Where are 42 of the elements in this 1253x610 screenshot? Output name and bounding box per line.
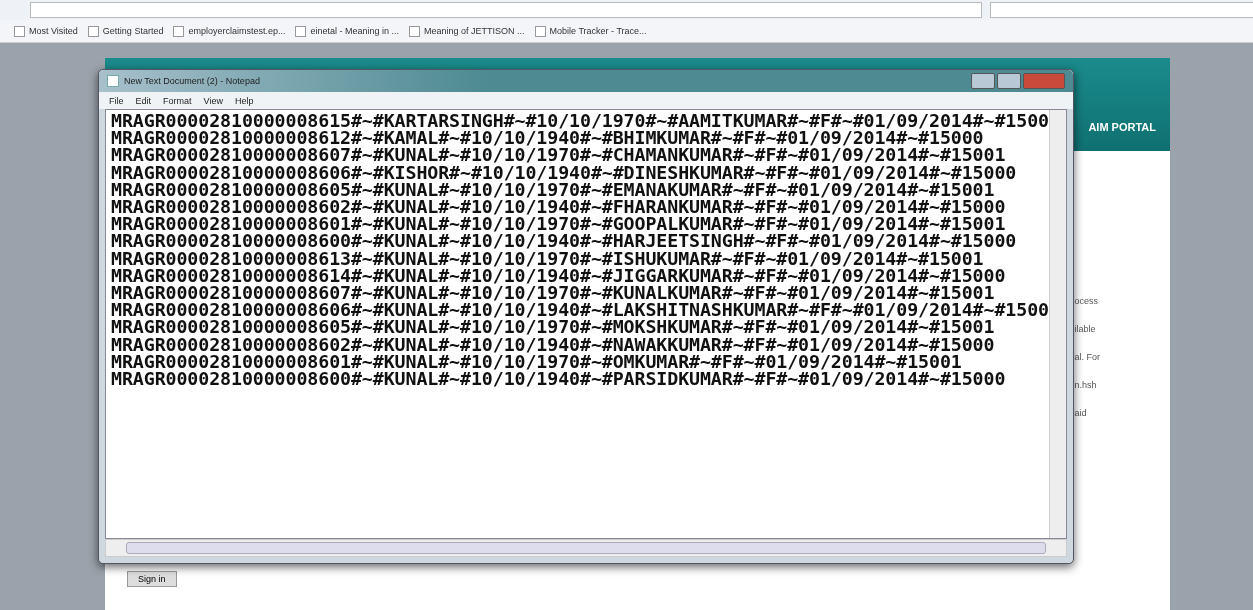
text-line: MRAGR00002810000008601#~#KUNAL#~#10/10/1970#~#GOOPALKUMAR#~#F#~#01/09/2014#~#15001 (111, 215, 1006, 233)
text-line: MRAGR00002810000008605#~#KUNAL#~#10/10/1970#~#MOKSHKUMAR#~#F#~#01/09/2014#~#15001 (111, 318, 995, 336)
bookmark-link[interactable]: Mobile Tracker - Trace... (534, 25, 647, 37)
notepad-icon (107, 75, 119, 87)
menu-item[interactable]: Edit (135, 95, 152, 106)
window-title: New Text Document (2) - Notepad (124, 76, 260, 86)
text-line: MRAGR00002810000008600#~#KUNAL#~#10/10/1940#~#HARJEETSINGH#~#F#~#01/09/2014#~#15000 (111, 232, 1018, 250)
text-line: MRAGR00002810000008607#~#KUNAL#~#10/10/1970#~#CHAMANKUMAR#~#F#~#01/09/2014#~#15001 (111, 146, 1007, 164)
page-text: ilable (1074, 324, 1097, 334)
text-line: MRAGR00002810000008612#~#KAMAL#~#10/10/1940#~#BHIMKUMAR#~#F#~#01/09/2014#~#15000 (111, 129, 984, 147)
sign-in-button[interactable]: Sign in (127, 571, 177, 587)
menu-item[interactable]: Help (234, 95, 254, 106)
menu-item[interactable]: File (109, 95, 124, 106)
bookmark-link[interactable]: Getting Started (87, 25, 164, 37)
bookmark-link[interactable]: Most Visited (14, 25, 78, 37)
text-line: MRAGR00002810000008614#~#KUNAL#~#10/10/1940#~#JIGGARKUMAR#~#F#~#01/09/2014#~#15000 (111, 266, 1007, 285)
text-line: MRAGR00002810000008607#~#KUNAL#~#10/10/1970#~#KUNALKUMAR#~#F#~#01/09/2014#~#15001 (111, 284, 995, 302)
address-field[interactable] (30, 2, 982, 18)
menu-item[interactable]: View (203, 95, 223, 106)
bookmark-link[interactable]: employerclaimstest.ep... (173, 25, 286, 37)
text-line: MRAGR00002810000008606#~#KISHOR#~#10/10/1940#~#DINESHKUMAR#~#F#~#01/09/2014#~#15000 (111, 163, 1018, 181)
text-line: MRAGR00002810000008615#~#KARTARSINGH#~#10/10/1970#~#AAMITKUMAR#~#F#~#01/09/2014#~#1500 (111, 112, 1049, 130)
page-text: al. For (1074, 352, 1100, 362)
text-line: MRAGR00002810000008601#~#KUNAL#~#10/10/1970#~#OMKUMAR#~#F#~#01/09/2014#~#15001 (111, 352, 962, 371)
text-line: MRAGR00002810000008613#~#KUNAL#~#10/10/1970#~#ISHUKUMAR#~#F#~#01/09/2014#~#15001 (111, 249, 984, 267)
page-text: n.hsh (1074, 380, 1098, 390)
text-line: MRAGR00002810000008602#~#KUNAL#~#10/10/1940#~#FHARANKUMAR#~#F#~#01/09/2014#~#15000 (111, 198, 1007, 216)
search-field[interactable] (990, 2, 1253, 18)
bookmark-link[interactable]: einetal - Meaning in ... (295, 25, 399, 37)
text-line: MRAGR00002810000008602#~#KUNAL#~#10/10/1940#~#NAWAKKUMAR#~#F#~#01/09/2014#~#15000 (111, 335, 996, 353)
bookmark-link[interactable]: Meaning of JETTISON ... (409, 25, 525, 37)
page-text: aid (1074, 408, 1088, 418)
minimize-button[interactable] (971, 73, 995, 89)
page-text: ocess (1074, 296, 1099, 306)
horizontal-scrollbar[interactable] (105, 539, 1067, 557)
menu-item[interactable]: Format (163, 95, 192, 106)
text-line: MRAGR00002810000008605#~#KUNAL#~#10/10/1970#~#EMANAKUMAR#~#F#~#01/09/2014#~#15001 (111, 180, 995, 198)
vertical-scrollbar[interactable] (1049, 110, 1066, 538)
text-line: MRAGR00002810000008600#~#KUNAL#~#10/10/1940#~#PARSIDKUMAR#~#F#~#01/09/2014#~#15000 (111, 370, 1007, 388)
portal-title: AIM PORTAL (1088, 121, 1156, 133)
text-line: MRAGR00002810000008606#~#KUNAL#~#10/10/1940#~#LAKSHITNASHKUMAR#~#F#~#01/09/2014#~#1500 (111, 301, 1049, 319)
maximize-button[interactable] (997, 73, 1021, 89)
